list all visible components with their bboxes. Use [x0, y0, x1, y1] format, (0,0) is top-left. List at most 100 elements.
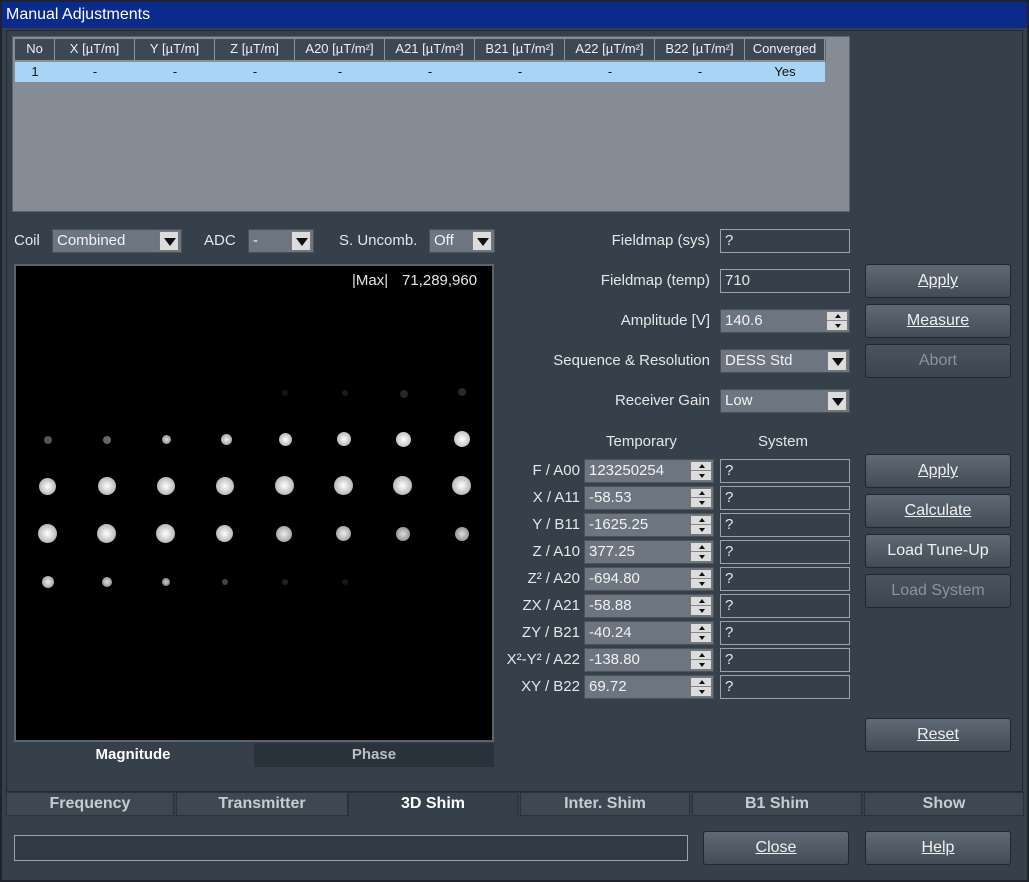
tab-magnitude[interactable]: Magnitude: [14, 743, 252, 767]
spin-arrows-icon[interactable]: [690, 596, 712, 616]
reset-button[interactable]: Reset: [865, 718, 1011, 752]
adc-select[interactable]: -: [248, 229, 314, 253]
shim-temp-x-a11[interactable]: -58.53: [584, 486, 714, 510]
shim-label-x-a11: X / A11: [532, 489, 580, 506]
shim-system-zx-a21: ?: [720, 594, 850, 618]
measure-button[interactable]: Measure: [865, 304, 1011, 338]
close-button[interactable]: Close: [703, 831, 849, 865]
spin-arrows-icon[interactable]: [690, 461, 712, 481]
image-spot: [157, 477, 175, 495]
shim-temp-value: -694.80: [589, 570, 640, 587]
cell-y: -: [172, 64, 178, 79]
spin-arrows-icon[interactable]: [690, 677, 712, 697]
sequence-select[interactable]: DESS Std: [720, 349, 850, 373]
image-spot: [97, 524, 116, 543]
col-header-b21[interactable]: B21 [µT/m²]: [475, 39, 565, 61]
shim-label-zx-a21: ZX / A21: [522, 597, 580, 614]
receiver-gain-select[interactable]: Low: [720, 389, 850, 413]
shim-temp-zy-b21[interactable]: -40.24: [584, 621, 714, 645]
apply-fieldmap-button[interactable]: Apply: [865, 264, 1011, 298]
col-header-z[interactable]: Z [µT/m]: [215, 39, 295, 61]
apply-fieldmap-label: Apply: [917, 272, 959, 289]
image-spot: [221, 434, 232, 445]
shim-temp-value: 123250254: [589, 462, 665, 479]
temporary-header: Temporary: [606, 433, 677, 450]
shim-temp-zx-a21[interactable]: -58.88: [584, 594, 714, 618]
spin-arrows-icon[interactable]: [690, 623, 712, 643]
cell-b21: -: [517, 64, 523, 79]
shim-label-xy-b22: XY / B22: [521, 678, 580, 695]
col-header-converged[interactable]: Converged: [745, 39, 825, 61]
shim-temp-f-a00[interactable]: 123250254: [584, 459, 714, 483]
shim-temp-x2y2-a22[interactable]: -138.80: [584, 648, 714, 672]
calculate-button[interactable]: Calculate: [865, 494, 1011, 528]
tab-3d-shim[interactable]: 3D Shim: [348, 792, 518, 816]
chevron-down-icon[interactable]: [827, 351, 847, 371]
spin-arrows-icon[interactable]: [690, 542, 712, 562]
col-header-y[interactable]: Y [µT/m]: [135, 39, 215, 61]
results-table[interactable]: No X [µT/m] Y [µT/m] Z [µT/m] A20 [µT/m²…: [12, 36, 850, 212]
image-spot: [282, 579, 288, 585]
spin-arrows-icon[interactable]: [690, 569, 712, 589]
col-header-a22[interactable]: A22 [µT/m²]: [565, 39, 655, 61]
image-spot: [334, 476, 353, 495]
amplitude-stepper[interactable]: 140.6: [720, 309, 850, 333]
cell-converged: Yes: [774, 64, 796, 79]
col-header-b22[interactable]: B22 [µT/m²]: [655, 39, 745, 61]
image-spot: [336, 526, 351, 541]
shim-temp-value: 69.72: [589, 678, 627, 695]
spin-arrows-icon[interactable]: [690, 515, 712, 535]
sequence-select-value: DESS Std: [725, 352, 793, 369]
load-tuneup-button[interactable]: Load Tune-Up: [865, 534, 1011, 568]
col-header-a20[interactable]: A20 [µT/m²]: [295, 39, 385, 61]
shim-system-z2-a20: ?: [720, 567, 850, 591]
help-label: Help: [921, 839, 955, 856]
col-header-x[interactable]: X [µT/m]: [55, 39, 135, 61]
image-spot: [44, 436, 52, 444]
col-header-a21[interactable]: A21 [µT/m²]: [385, 39, 475, 61]
image-spot: [458, 388, 466, 396]
table-row[interactable]: 1 - - - - - - - - Yes: [15, 62, 825, 82]
shim-system-x2y2-a22: ?: [720, 648, 850, 672]
cell-a20: -: [337, 64, 343, 79]
shim-label-z2-a20: Z² / A20: [527, 570, 580, 587]
col-header-no[interactable]: No: [15, 39, 55, 61]
spin-arrows-icon[interactable]: [826, 311, 848, 331]
cell-a22: -: [607, 64, 613, 79]
image-spot: [162, 435, 171, 444]
image-spot: [396, 527, 410, 541]
reset-label: Reset: [917, 726, 959, 743]
help-button[interactable]: Help: [865, 831, 1011, 865]
image-spot: [103, 436, 111, 444]
apply-shim-label: Apply: [917, 462, 959, 479]
image-spot: [156, 524, 175, 543]
tab-inter-shim[interactable]: Inter. Shim: [520, 792, 690, 816]
tab-b1-shim[interactable]: B1 Shim: [692, 792, 862, 816]
image-spot: [38, 524, 57, 543]
shim-temp-z-a10[interactable]: 377.25: [584, 540, 714, 564]
abort-button[interactable]: Abort: [865, 344, 1011, 378]
tab-transmitter[interactable]: Transmitter: [176, 792, 348, 816]
spin-arrows-icon[interactable]: [690, 650, 712, 670]
apply-shim-button[interactable]: Apply: [865, 454, 1011, 488]
image-viewer[interactable]: |Max| 71,289,960: [14, 264, 494, 742]
tab-frequency[interactable]: Frequency: [6, 792, 174, 816]
load-system-button[interactable]: Load System: [865, 574, 1011, 608]
shim-temp-z2-a20[interactable]: -694.80: [584, 567, 714, 591]
shim-temp-value: -1625.25: [589, 516, 649, 533]
tab-phase[interactable]: Phase: [254, 743, 494, 767]
spin-arrows-icon[interactable]: [690, 488, 712, 508]
image-spot: [216, 525, 233, 542]
shim-temp-y-b11[interactable]: -1625.25: [584, 513, 714, 537]
shim-temp-xy-b22[interactable]: 69.72: [584, 675, 714, 699]
s-uncomb-select[interactable]: Off: [429, 229, 495, 253]
chevron-down-icon[interactable]: [827, 391, 847, 411]
tab-show[interactable]: Show: [864, 792, 1024, 816]
shim-temp-value: -138.80: [589, 651, 640, 668]
abort-label: Abort: [918, 352, 958, 369]
chevron-down-icon[interactable]: [472, 231, 492, 251]
coil-select[interactable]: Combined: [52, 229, 182, 253]
shim-system-x-a11: ?: [720, 486, 850, 510]
chevron-down-icon[interactable]: [159, 231, 179, 251]
chevron-down-icon[interactable]: [291, 231, 311, 251]
